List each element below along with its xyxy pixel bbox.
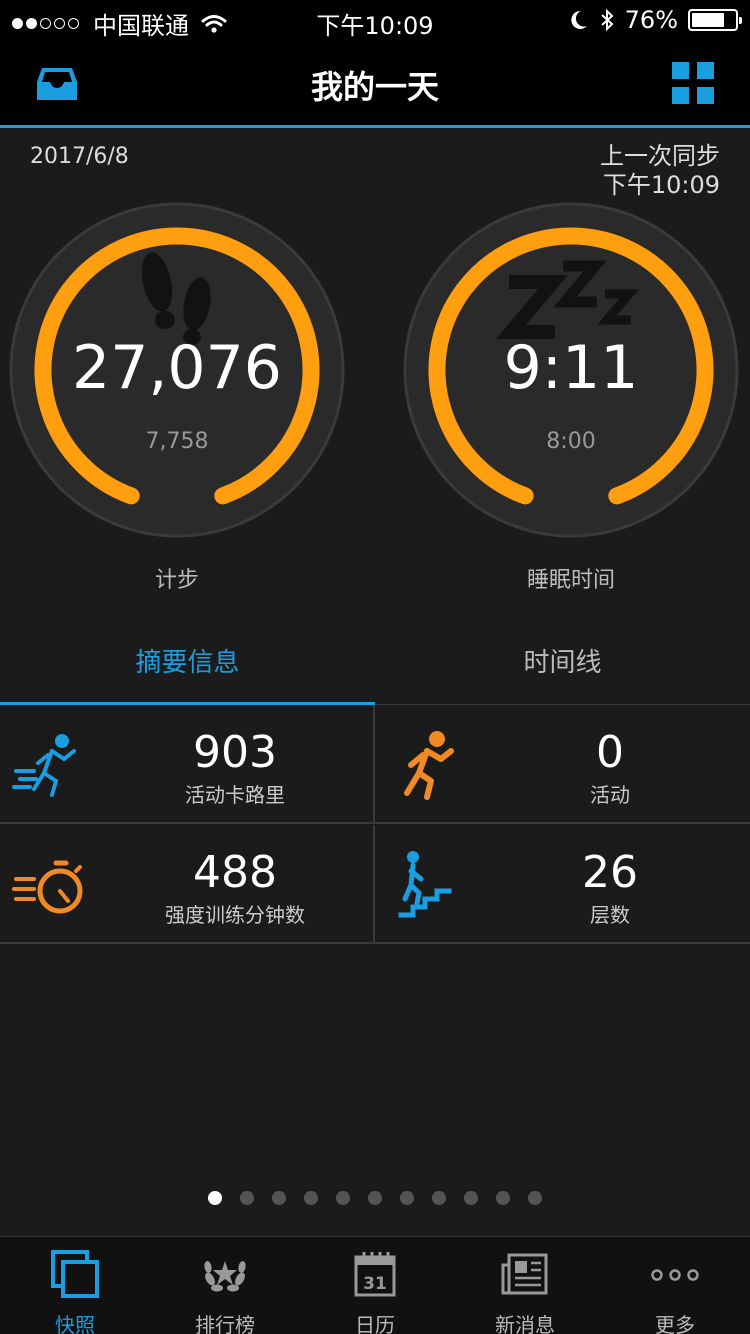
page-dot[interactable] <box>528 1191 542 1205</box>
page-dot[interactable] <box>400 1191 414 1205</box>
page-dot[interactable] <box>208 1191 222 1205</box>
tab-label: 日历 <box>355 1313 395 1334</box>
page-indicator[interactable] <box>0 1191 750 1207</box>
sleep-gauge[interactable]: 9:11 8:00 <box>401 200 741 540</box>
snapshot-icon <box>51 1250 99 1298</box>
laurel-trophy-icon <box>204 1261 246 1292</box>
stat-label: 层数 <box>590 903 630 927</box>
battery-percent: 76% <box>624 6 678 34</box>
tab-summary[interactable]: 摘要信息 <box>0 618 375 705</box>
page-dot[interactable] <box>240 1191 254 1205</box>
page-dot[interactable] <box>336 1191 350 1205</box>
newspaper-icon <box>501 1253 548 1295</box>
tab-timeline[interactable]: 时间线 <box>375 618 750 705</box>
running-activity-icon <box>404 731 454 800</box>
steps-gauge[interactable]: 27,076 7,758 <box>7 200 347 540</box>
stat-active-calories[interactable]: 903 活动卡路里 <box>0 705 375 824</box>
tab-label: 更多 <box>655 1313 695 1334</box>
stat-floors[interactable]: 26 层数 <box>375 825 750 944</box>
stat-value: 488 <box>193 847 277 898</box>
tab-label: 排行榜 <box>195 1313 255 1334</box>
tab-label: 快照 <box>55 1313 95 1334</box>
steps-label: 计步 <box>154 568 199 593</box>
bluetooth-icon <box>600 8 614 32</box>
nav-bar: 我的一天 <box>0 40 750 128</box>
status-bar: 中国联通 下午10:09 76% <box>0 0 750 40</box>
last-sync: 上一次同步 下午10:09 <box>600 142 720 200</box>
stat-intensity-minutes[interactable]: 488 强度训练分钟数 <box>0 825 375 944</box>
page-dot[interactable] <box>304 1191 318 1205</box>
page-dot[interactable] <box>464 1191 478 1205</box>
last-sync-time: 下午10:09 <box>602 171 720 199</box>
battery-icon <box>688 9 742 31</box>
tab-leaderboard[interactable]: 排行榜 <box>150 1237 300 1334</box>
last-sync-label: 上一次同步 <box>600 142 720 170</box>
running-calories-icon <box>12 734 76 797</box>
page-dot[interactable] <box>368 1191 382 1205</box>
moon-icon <box>570 10 587 29</box>
stat-activities[interactable]: 0 活动 <box>375 705 750 824</box>
tab-more[interactable]: 更多 <box>600 1237 750 1334</box>
tab-news[interactable]: 新消息 <box>450 1237 600 1334</box>
stat-label: 强度训练分钟数 <box>165 903 305 927</box>
stat-value: 903 <box>193 727 277 778</box>
sleep-label: 睡眠时间 <box>526 568 615 593</box>
page-title: 我的一天 <box>310 68 439 106</box>
page-dot[interactable] <box>272 1191 286 1205</box>
more-icon <box>651 1269 699 1281</box>
sleep-value: 9:11 <box>503 333 639 403</box>
stat-label: 活动 <box>590 783 630 807</box>
stopwatch-icon <box>12 860 83 914</box>
steps-value: 27,076 <box>72 333 282 403</box>
page-dot[interactable] <box>432 1191 446 1205</box>
grid-menu-icon[interactable] <box>672 62 714 104</box>
tab-label: 新消息 <box>495 1313 555 1334</box>
view-tabs: 摘要信息 时间线 <box>0 618 750 705</box>
calendar-day: 31 <box>363 1274 387 1294</box>
bottom-tab-bar: 快照 排行榜 31 日历 新消息 更多 <box>0 1236 750 1334</box>
stat-value: 0 <box>596 727 624 778</box>
current-date: 2017/6/8 <box>30 144 129 169</box>
stat-label: 活动卡路里 <box>185 783 285 807</box>
page-dot[interactable] <box>496 1191 510 1205</box>
tab-calendar[interactable]: 31 日历 <box>300 1237 450 1334</box>
stairs-icon <box>398 851 452 918</box>
sleep-goal: 8:00 <box>546 429 596 454</box>
calendar-icon: 31 <box>354 1252 396 1297</box>
stat-value: 26 <box>582 847 638 898</box>
tab-snapshot[interactable]: 快照 <box>0 1237 150 1334</box>
steps-goal: 7,758 <box>145 429 209 454</box>
stats-grid: 903 活动卡路里 0 活动 488 强度训练分钟数 26 层数 <box>0 705 750 945</box>
